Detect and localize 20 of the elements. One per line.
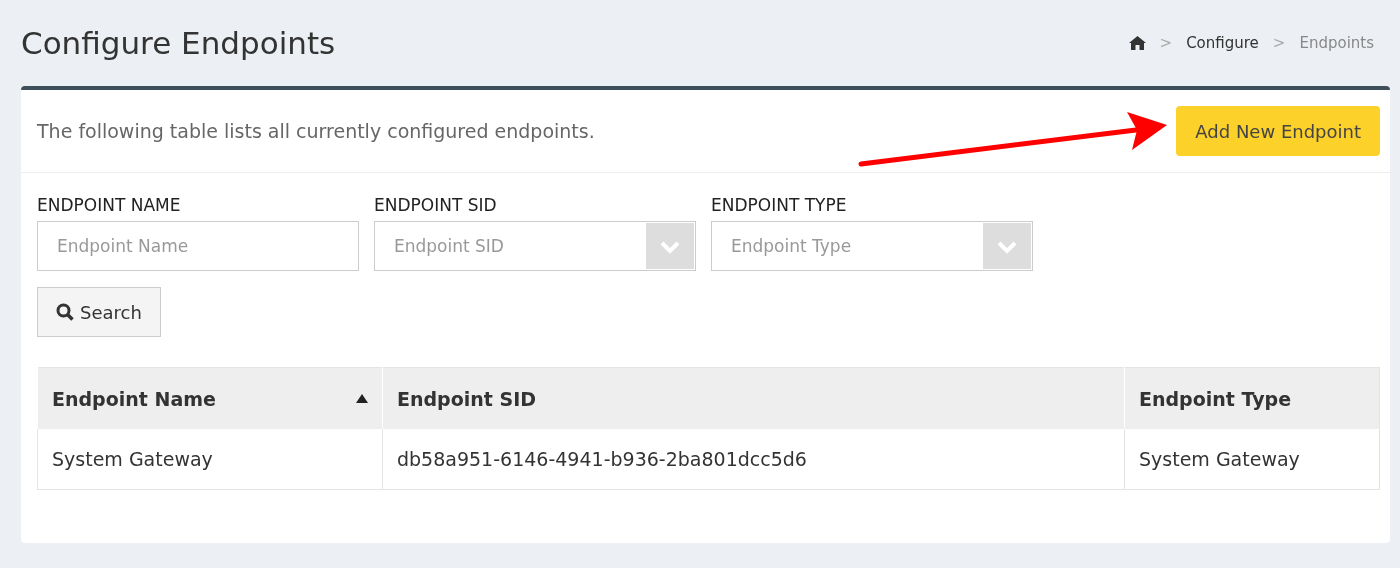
search-button[interactable]: Search [37, 287, 161, 337]
column-header[interactable]: Endpoint Type [1124, 367, 1380, 429]
name-input-field[interactable]: Endpoint Name [37, 221, 359, 271]
filter-label: ENDPOINT NAME [37, 195, 182, 215]
home-icon[interactable] [1128, 36, 1146, 50]
page-title: Configure Endpoints [21, 25, 336, 61]
table-cell: db58a951-6146-4941-b936-2ba801dcc5d6 [382, 429, 1125, 490]
search-icon [56, 303, 74, 321]
sort-icon[interactable] [356, 394, 368, 403]
breadcrumb-separator: > [1272, 34, 1286, 52]
column-header[interactable]: Endpoint Name [37, 367, 383, 429]
add-endpoint-button[interactable]: Add New Endpoint [1176, 106, 1380, 156]
column-header[interactable]: Endpoint SID [382, 367, 1125, 429]
breadcrumb-link[interactable]: Configure [1186, 34, 1259, 52]
description-text: The following table lists all currently configured endpoints. [37, 120, 595, 142]
breadcrumb-separator: > [1159, 34, 1173, 52]
table-cell: System Gateway [37, 429, 383, 490]
filter-label: ENDPOINT SID [374, 195, 498, 215]
filter-label: ENDPOINT TYPE [711, 195, 848, 215]
table-cell: System Gateway [1124, 429, 1380, 490]
